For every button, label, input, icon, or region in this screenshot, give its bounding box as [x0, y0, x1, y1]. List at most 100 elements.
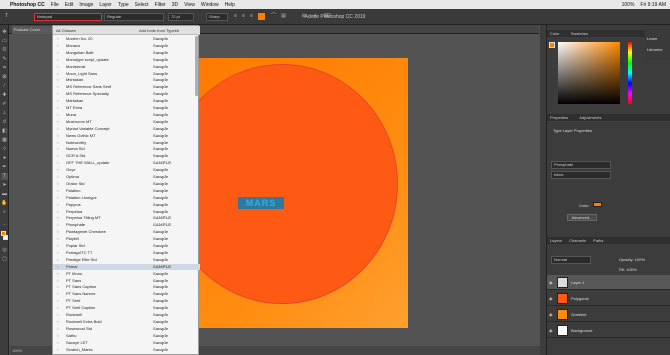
font-list-item[interactable]: ☆ Mshtakan Sample	[53, 77, 200, 83]
font-list-item[interactable]: ☆ PT Sans Narrow Sample	[53, 291, 200, 297]
favorite-star-icon[interactable]: ☆	[56, 153, 60, 159]
font-list-item[interactable]: ☆ Sathu Sample	[53, 333, 200, 339]
brush-tool-icon[interactable]: ✐	[1, 101, 8, 108]
menu-image[interactable]: Image	[79, 2, 93, 8]
menu-type[interactable]: Type	[118, 2, 129, 8]
favorite-star-icon[interactable]: ☆	[56, 133, 60, 139]
font-list-item[interactable]: ☆ Mshtakan Sample	[53, 98, 200, 104]
font-list-item[interactable]: ☆ Muna Sample	[53, 112, 200, 118]
favorite-star-icon[interactable]: ☆	[56, 236, 60, 242]
layer-row[interactable]: ◉ Polygonal	[547, 291, 670, 306]
favorite-star-icon[interactable]: ☆	[56, 312, 60, 318]
align-center-icon[interactable]: ≡	[240, 13, 247, 20]
font-list-item[interactable]: ☆ Rockwell Sample	[53, 312, 200, 318]
type-tool-icon-toolbox[interactable]: T	[1, 173, 8, 180]
frame-tool-icon[interactable]: ⊠	[1, 74, 8, 81]
menu-layer[interactable]: Layer	[99, 2, 112, 8]
font-list-item[interactable]: ☆ Perpetua Titling MT SAMPLE	[53, 215, 200, 221]
font-list-item[interactable]: ☆ Plantagenet Cherokee Sample	[53, 229, 200, 235]
favorite-star-icon[interactable]: ☆	[56, 146, 60, 152]
favorite-star-icon[interactable]: ☆	[56, 278, 60, 284]
stamp-tool-icon[interactable]: ⊥	[1, 110, 8, 117]
move-tool-icon[interactable]: ✥	[1, 29, 8, 36]
favorite-star-icon[interactable]: ☆	[56, 77, 60, 83]
favorite-star-icon[interactable]: ☆	[56, 291, 60, 297]
circle-shape[interactable]	[166, 64, 398, 304]
favorite-star-icon[interactable]: ☆	[56, 167, 60, 173]
font-list-item[interactable]: ☆ Monotype script_update Sample	[53, 57, 200, 63]
anti-alias-field[interactable]: Sharp	[206, 13, 228, 21]
more-tools-icon[interactable]: …	[1, 221, 8, 228]
font-list-item[interactable]: ☆ Palatino Linotype Sample	[53, 195, 200, 201]
tab-paths[interactable]: Paths	[593, 238, 603, 243]
font-list-item[interactable]: ☆ Noteworthy Sample	[53, 140, 200, 146]
font-list-item[interactable]: ☆ Papyrus Sample	[53, 202, 200, 208]
eyedropper-tool-icon[interactable]: ⁄	[1, 83, 8, 90]
favorite-star-icon[interactable]: ☆	[56, 257, 60, 263]
favorite-star-icon[interactable]: ☆	[56, 250, 60, 256]
eraser-tool-icon[interactable]: ◧	[1, 128, 8, 135]
favorite-star-icon[interactable]: ☆	[56, 71, 60, 77]
marquee-tool-icon[interactable]: ▭	[1, 38, 8, 45]
favorite-star-icon[interactable]: ☆	[56, 215, 60, 221]
menu-app-name[interactable]: Photoshop CC	[10, 2, 45, 8]
favorite-star-icon[interactable]: ☆	[56, 119, 60, 125]
visibility-eye-icon[interactable]: ◉	[549, 312, 554, 317]
character-style-field[interactable]: Inline	[551, 171, 611, 179]
favorite-star-icon[interactable]: ☆	[56, 140, 60, 146]
font-list-item[interactable]: ☆ Rockwell Extra Bold Sample	[53, 319, 200, 325]
font-list-item[interactable]: ☆ PT Serif Sample	[53, 298, 200, 304]
font-list-item[interactable]: ☆ PortagoITC TT Sample	[53, 250, 200, 256]
hue-slider[interactable]	[628, 42, 632, 104]
crop-tool-icon[interactable]: ⌗	[1, 65, 8, 72]
favorite-star-icon[interactable]: ☆	[56, 50, 60, 56]
font-list-item[interactable]: ☆ PT Serif Caption Sample	[53, 305, 200, 311]
font-list-item[interactable]: ☆ Savoye LET Sample	[53, 340, 200, 346]
favorite-star-icon[interactable]: ☆	[56, 347, 60, 353]
font-list-item[interactable]: ☆ Rosewood Std Sample	[53, 326, 200, 332]
screen-mode-icon[interactable]: ▢	[1, 256, 8, 263]
favorite-star-icon[interactable]: ☆	[56, 305, 60, 311]
blend-mode-select[interactable]: Normal	[551, 256, 591, 264]
favorite-star-icon[interactable]: ☆	[56, 229, 60, 235]
font-size-field[interactable]: 72 pt	[168, 13, 194, 21]
font-list-item[interactable]: ☆ Onyx Sample	[53, 167, 200, 173]
font-list-item[interactable]: ☆ Optima Sample	[53, 174, 200, 180]
favorite-star-icon[interactable]: ☆	[56, 340, 60, 346]
background-color-swatch[interactable]	[3, 235, 8, 240]
panel-foreground-swatch[interactable]	[549, 42, 555, 48]
favorite-star-icon[interactable]: ☆	[56, 126, 60, 132]
favorite-star-icon[interactable]: ☆	[56, 43, 60, 49]
font-list-item[interactable]: ☆ MT Extra Sample	[53, 105, 200, 111]
tab-swatches[interactable]: Swatches	[571, 31, 588, 36]
favorite-star-icon[interactable]: ☆	[56, 64, 60, 70]
filter-classes[interactable]: All Classes	[56, 28, 76, 33]
font-list-item[interactable]: ☆ PT Sans Caption Sample	[53, 284, 200, 290]
quick-select-tool-icon[interactable]: ✎	[1, 56, 8, 63]
path-select-tool-icon[interactable]: ➤	[1, 182, 8, 189]
favorite-star-icon[interactable]: ☆	[56, 181, 60, 187]
font-list-item[interactable]: ☆ News Gothic MT Sample	[53, 133, 200, 139]
favorite-star-icon[interactable]: ☆	[56, 333, 60, 339]
font-list-item[interactable]: ☆ Poplar Std Sample	[53, 243, 200, 249]
favorite-star-icon[interactable]: ☆	[56, 264, 60, 270]
font-list-item[interactable]: ☆ PT Sans Sample	[53, 278, 200, 284]
menu-file[interactable]: File	[51, 2, 59, 8]
font-list-item[interactable]: ☆ Prestige Elite Std Sample	[53, 257, 200, 263]
tab-properties[interactable]: Properties	[550, 115, 568, 120]
character-font-field[interactable]: Phosphate	[551, 161, 611, 169]
zoom-tool-icon[interactable]: ⌕	[1, 209, 8, 216]
align-left-icon[interactable]: ≡	[232, 13, 239, 20]
favorite-star-icon[interactable]: ☆	[56, 326, 60, 332]
menu-filter[interactable]: Filter	[155, 2, 166, 8]
font-list-item[interactable]: ☆ MS Reference Sans Serif Sample	[53, 84, 200, 90]
favorite-star-icon[interactable]: ☆	[56, 84, 60, 90]
favorite-star-icon[interactable]: ☆	[56, 298, 60, 304]
pen-tool-icon[interactable]: ✒	[1, 164, 8, 171]
blur-tool-icon[interactable]: ◊	[1, 146, 8, 153]
font-list-item[interactable]: ☆ Nueva Std Sample	[53, 146, 200, 152]
favorite-star-icon[interactable]: ☆	[56, 160, 60, 166]
fill-field[interactable]: Fill: 100%	[619, 267, 637, 272]
font-style-field[interactable]: Regular	[104, 13, 164, 21]
favorite-star-icon[interactable]: ☆	[56, 112, 60, 118]
